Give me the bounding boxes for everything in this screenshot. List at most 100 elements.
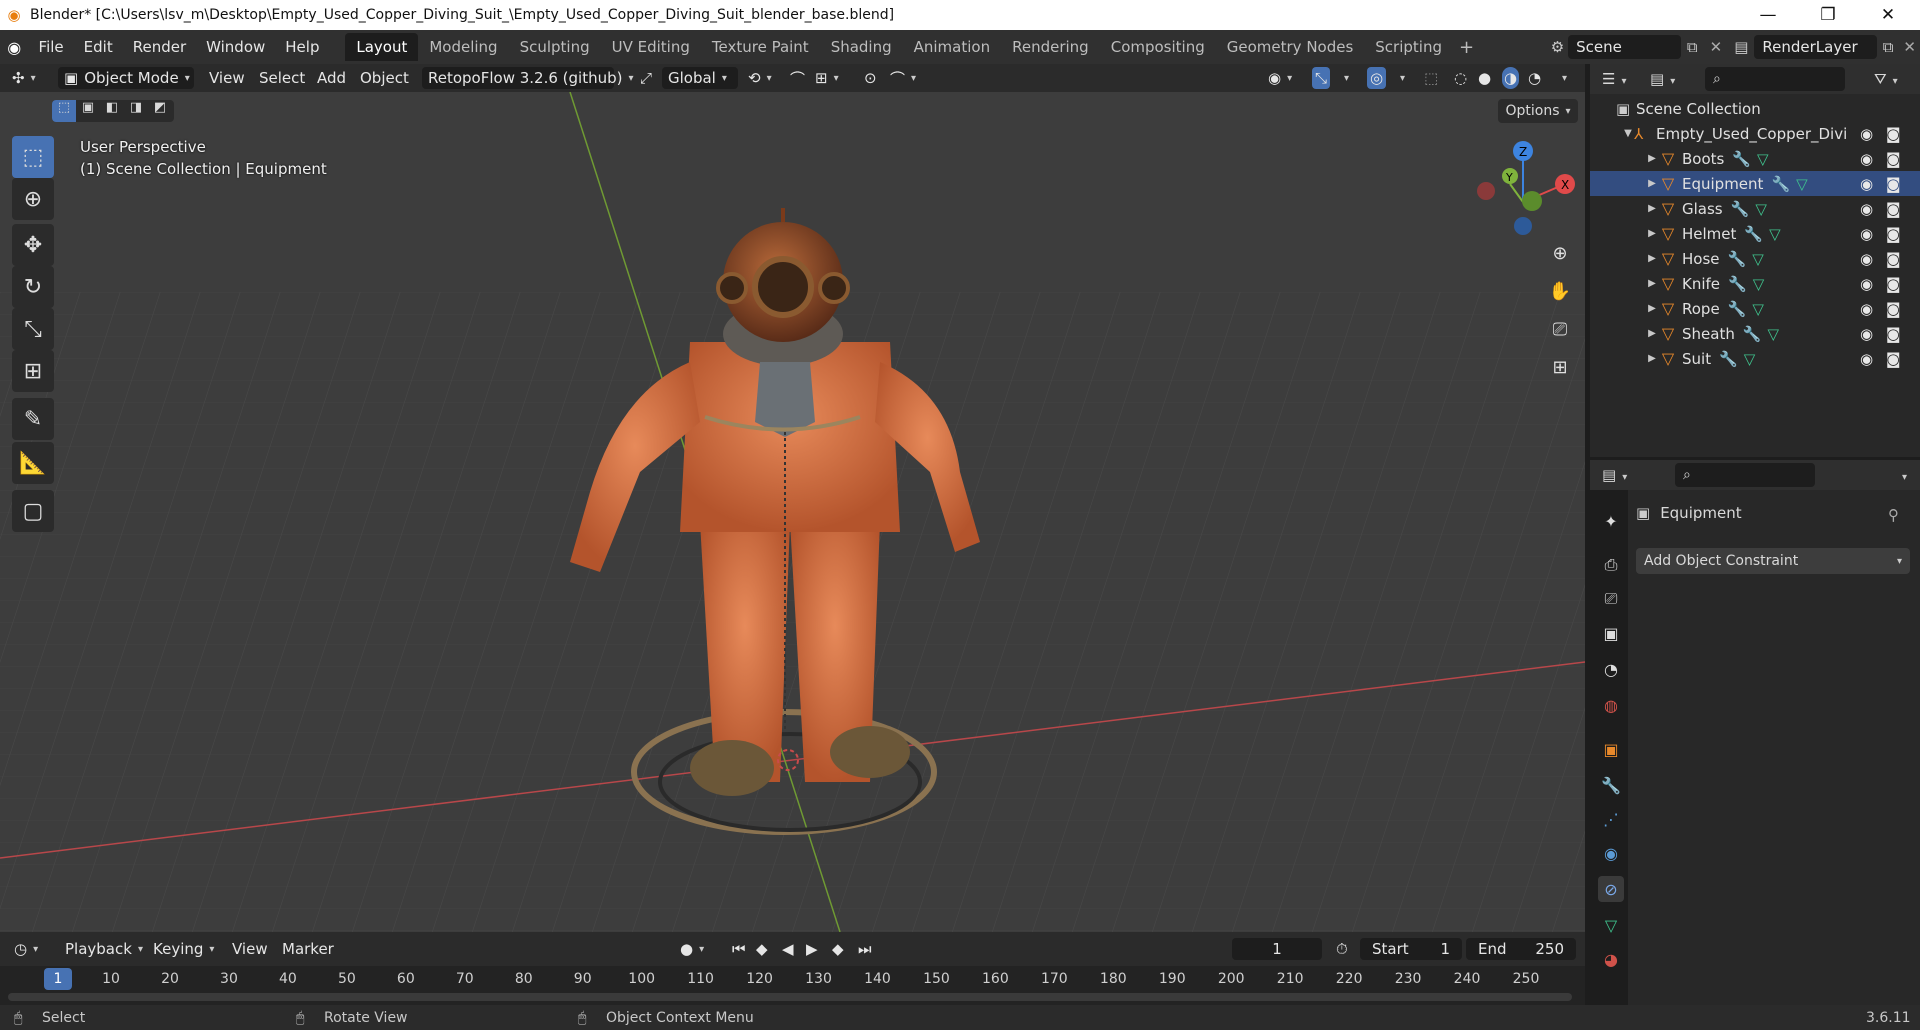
modifier-wrench-icon[interactable]: 🔧 bbox=[1771, 175, 1790, 193]
menu-render[interactable]: Render bbox=[123, 38, 196, 56]
eye-icon[interactable]: ◉ bbox=[1860, 300, 1873, 318]
tab-modeling[interactable]: Modeling bbox=[418, 33, 508, 61]
eye-icon[interactable]: ◉ bbox=[1860, 250, 1873, 268]
select-intersect-icon[interactable]: ◩ bbox=[148, 100, 172, 122]
mesh-data-icon[interactable]: ▽ bbox=[1744, 350, 1756, 368]
scene-selector-icon[interactable]: ⚙ bbox=[1547, 38, 1568, 56]
tab-geometry-nodes[interactable]: Geometry Nodes bbox=[1216, 33, 1365, 61]
modifier-wrench-icon[interactable]: 🔧 bbox=[1719, 350, 1738, 368]
physics-tab[interactable]: ◉ bbox=[1598, 840, 1624, 866]
select-invert-icon[interactable]: ◨ bbox=[124, 100, 148, 122]
menu-select[interactable]: Select bbox=[259, 67, 305, 89]
menu-object[interactable]: Object bbox=[360, 67, 409, 89]
constraints-tab[interactable]: ⊘ bbox=[1598, 876, 1624, 902]
overlays-icon[interactable]: ◎ bbox=[1367, 67, 1387, 89]
jump-end-icon[interactable]: ⏭ bbox=[858, 938, 872, 960]
scale-tool[interactable]: ⤡ bbox=[12, 308, 54, 350]
tab-compositing[interactable]: Compositing bbox=[1100, 33, 1216, 61]
camera-view-button[interactable]: ⎚ bbox=[1543, 312, 1577, 346]
add-workspace-icon[interactable]: + bbox=[1453, 37, 1480, 58]
select-new-icon[interactable]: ⬚ bbox=[52, 100, 76, 122]
camera-render-icon[interactable]: ◙ bbox=[1886, 200, 1901, 218]
delete-view-layer-icon[interactable]: ✕ bbox=[1899, 38, 1920, 56]
mesh-data-icon[interactable]: ▽ bbox=[1768, 325, 1780, 343]
start-frame-field[interactable]: Start 1 bbox=[1360, 938, 1462, 960]
select-extend-icon[interactable]: ▣ bbox=[76, 100, 100, 122]
scene-tab[interactable]: ◔ bbox=[1598, 656, 1624, 682]
next-keyframe-icon[interactable]: ◆ bbox=[832, 938, 844, 960]
eye-icon[interactable]: ◉ bbox=[1860, 200, 1873, 218]
expand-triangle-icon[interactable]: ▶ bbox=[1646, 228, 1658, 239]
modifier-wrench-icon[interactable]: 🔧 bbox=[1728, 250, 1747, 268]
prev-keyframe-icon[interactable]: ◆ bbox=[756, 938, 768, 960]
select-box-tool[interactable]: ⬚ bbox=[12, 136, 54, 178]
tab-rendering[interactable]: Rendering bbox=[1001, 33, 1100, 61]
tab-animation[interactable]: Animation bbox=[903, 33, 1001, 61]
expand-triangle-icon[interactable]: ▶ bbox=[1646, 178, 1658, 189]
outliner-item-sheath[interactable]: ▶ ▽ Sheath 🔧 ▽ ◉ ◙ bbox=[1590, 321, 1920, 346]
expand-triangle-icon[interactable]: ▶ bbox=[1646, 353, 1658, 364]
close-window-button[interactable]: ✕ bbox=[1860, 0, 1916, 30]
mesh-data-icon[interactable]: ▽ bbox=[1752, 300, 1764, 318]
proportional-edit-icon[interactable]: ⊙ bbox=[864, 67, 877, 89]
mode-selector[interactable]: ▣ Object Mode ▾ bbox=[58, 67, 194, 89]
playback-menu[interactable]: Playback ▾ bbox=[65, 938, 143, 960]
particles-tab[interactable]: ⋰ bbox=[1598, 806, 1624, 832]
timeline-editor-icon[interactable]: ◷ ▾ bbox=[14, 938, 38, 960]
cursor-tool[interactable]: ⊕ bbox=[12, 178, 54, 220]
world-tab[interactable]: ◍ bbox=[1598, 692, 1624, 718]
move-tool[interactable]: ✥ bbox=[12, 224, 54, 266]
gizmo-dropdown-icon[interactable]: ▾ bbox=[1338, 67, 1349, 89]
expand-triangle-icon[interactable]: ▶ bbox=[1646, 278, 1658, 289]
end-frame-field[interactable]: End 250 bbox=[1466, 938, 1576, 960]
view-layer-tab[interactable]: ▣ bbox=[1598, 620, 1624, 646]
modifier-wrench-icon[interactable]: 🔧 bbox=[1731, 200, 1750, 218]
render-tab[interactable]: ⎙ bbox=[1598, 552, 1624, 578]
play-icon[interactable]: ▶ bbox=[806, 938, 818, 960]
camera-render-icon[interactable]: ◙ bbox=[1886, 350, 1901, 368]
mesh-data-icon[interactable]: ▽ bbox=[1796, 175, 1808, 193]
new-scene-icon[interactable]: ⧉ bbox=[1681, 38, 1704, 56]
modifier-wrench-icon[interactable]: 🔧 bbox=[1744, 225, 1763, 243]
orientation-dropdown[interactable]: Global ▾ bbox=[662, 67, 738, 89]
outliner-item-boots[interactable]: ▶ ▽ Boots 🔧 ▽ ◉ ◙ bbox=[1590, 146, 1920, 171]
retopoflow-menu[interactable]: RetopoFlow 3.2.6 (github) ▾ bbox=[422, 67, 634, 89]
falloff-icon[interactable]: ⌒ ▾ bbox=[890, 67, 916, 89]
gizmo-toggle-icon[interactable]: ⤡ bbox=[1312, 67, 1331, 89]
outliner-search-input[interactable]: ⌕ bbox=[1705, 67, 1845, 91]
perspective-toggle-button[interactable]: ⊞ bbox=[1543, 350, 1577, 384]
mesh-data-icon[interactable]: ▽ bbox=[1755, 200, 1767, 218]
camera-render-icon[interactable]: ◙ bbox=[1886, 225, 1901, 243]
orientation-icon[interactable]: ⤢ bbox=[640, 67, 652, 89]
new-view-layer-icon[interactable]: ⧉ bbox=[1877, 38, 1900, 56]
camera-render-icon[interactable]: ◙ bbox=[1886, 300, 1901, 318]
properties-options-icon[interactable]: ▾ bbox=[1896, 466, 1907, 484]
menu-file[interactable]: File bbox=[29, 38, 74, 56]
minimize-button[interactable]: — bbox=[1740, 0, 1796, 30]
outliner-scene-collection[interactable]: ▣ Scene Collection bbox=[1590, 96, 1920, 121]
camera-render-icon[interactable]: ◙ bbox=[1886, 325, 1901, 343]
mesh-data-icon[interactable]: ▽ bbox=[1752, 250, 1764, 268]
display-mode-icon[interactable]: ▤ ▾ bbox=[1650, 70, 1675, 88]
measure-tool[interactable]: 📐 bbox=[12, 442, 54, 484]
camera-render-icon[interactable]: ◙ bbox=[1886, 250, 1901, 268]
select-subtract-icon[interactable]: ◧ bbox=[100, 100, 124, 122]
expand-triangle-icon[interactable]: ▼ bbox=[1622, 128, 1634, 139]
modifier-wrench-icon[interactable]: 🔧 bbox=[1728, 275, 1747, 293]
xray-icon[interactable]: ⬚ bbox=[1424, 67, 1438, 89]
menu-edit[interactable]: Edit bbox=[74, 38, 123, 56]
menu-view[interactable]: View bbox=[209, 67, 245, 89]
filter-icon[interactable]: ⛛ ▾ bbox=[1874, 70, 1898, 88]
zoom-button[interactable]: ⊕ bbox=[1543, 236, 1577, 270]
outliner-item-equipment[interactable]: ▶ ▽ Equipment 🔧 ▽ ◉ ◙ bbox=[1590, 171, 1920, 196]
menu-help[interactable]: Help bbox=[275, 38, 329, 56]
outliner-item-glass[interactable]: ▶ ▽ Glass 🔧 ▽ ◉ ◙ bbox=[1590, 196, 1920, 221]
render-layer-field[interactable]: RenderLayer bbox=[1754, 35, 1877, 59]
add-object-constraint-button[interactable]: Add Object Constraint ▾ bbox=[1636, 548, 1910, 574]
camera-render-icon[interactable]: ◙ bbox=[1886, 150, 1901, 168]
expand-triangle-icon[interactable]: ▶ bbox=[1646, 203, 1658, 214]
overlays-dropdown-icon[interactable]: ▾ bbox=[1394, 67, 1405, 89]
expand-triangle-icon[interactable]: ▶ bbox=[1646, 303, 1658, 314]
modifier-wrench-icon[interactable]: 🔧 bbox=[1728, 300, 1747, 318]
scene-name-field[interactable]: Scene bbox=[1568, 35, 1681, 59]
